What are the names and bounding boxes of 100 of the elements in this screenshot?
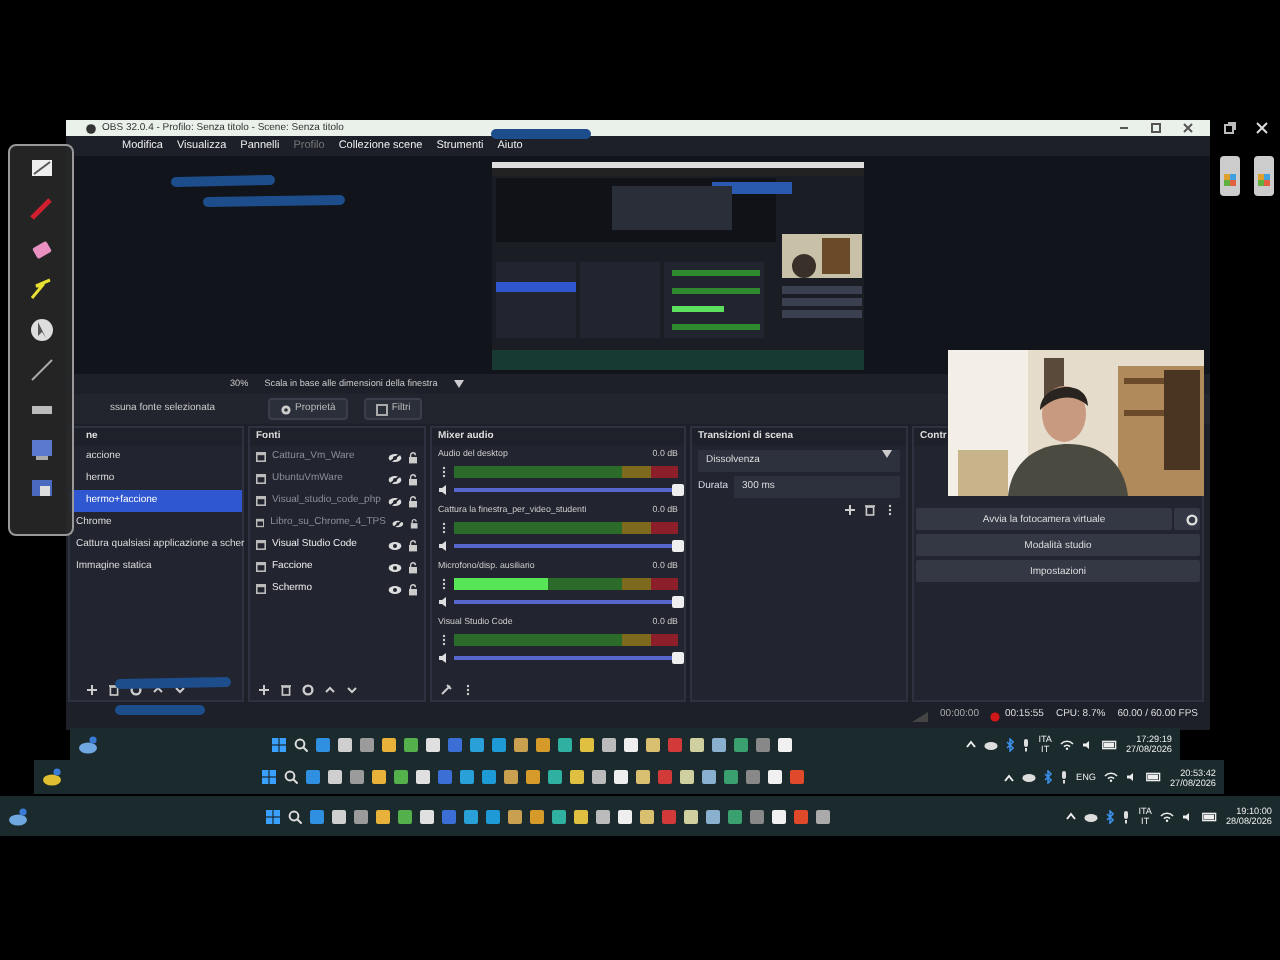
crossed-eye-icon[interactable]: [391, 517, 404, 529]
slider-thumb[interactable]: [672, 651, 684, 664]
more-icon[interactable]: [462, 683, 474, 695]
search-icon[interactable]: [284, 770, 299, 784]
lock-icon[interactable]: [408, 583, 418, 595]
more-icon[interactable]: [438, 465, 450, 478]
scribble-mark: [115, 705, 205, 715]
weather-icon[interactable]: [8, 807, 28, 825]
maximize-icon[interactable]: [1150, 122, 1162, 134]
close-icon[interactable]: [1182, 122, 1194, 134]
microphone-icon[interactable]: [1122, 809, 1131, 823]
volume-slider[interactable]: [454, 487, 678, 492]
window-icon: [256, 518, 265, 528]
pen-icon[interactable]: [29, 158, 53, 182]
screen-icon[interactable]: [29, 438, 53, 462]
more-icon[interactable]: [438, 577, 450, 590]
weather-icon[interactable]: [78, 735, 98, 753]
lock-icon[interactable]: [408, 539, 418, 551]
scribble-mark: [203, 195, 345, 207]
more-icon[interactable]: [438, 521, 450, 534]
eye-icon[interactable]: [388, 583, 402, 595]
lock-icon[interactable]: [408, 473, 418, 485]
volume-slider[interactable]: [454, 655, 678, 660]
more-icon[interactable]: [884, 504, 896, 516]
wifi-icon[interactable]: [1160, 811, 1174, 821]
plus-icon[interactable]: [258, 683, 270, 695]
speaker-icon[interactable]: [438, 595, 450, 608]
crossed-eye-icon[interactable]: [388, 473, 402, 485]
lock-icon[interactable]: [409, 517, 418, 529]
cloud-icon[interactable]: [984, 739, 999, 749]
weather-icon[interactable]: [42, 768, 62, 786]
gear-icon: [279, 403, 292, 415]
more-icon[interactable]: [438, 633, 450, 646]
app-logo-icon: [86, 123, 96, 133]
search-icon[interactable]: [287, 809, 302, 823]
speaker-icon[interactable]: [438, 483, 450, 496]
microphone-icon[interactable]: [1022, 737, 1031, 751]
settings-button[interactable]: [1174, 508, 1200, 530]
cloud-icon[interactable]: [1084, 811, 1099, 821]
crossed-eye-icon[interactable]: [388, 495, 402, 507]
window-icon: [256, 584, 266, 594]
chevron-icon[interactable]: [1004, 773, 1015, 781]
slider-thumb[interactable]: [672, 483, 684, 496]
plus-icon[interactable]: [86, 683, 98, 695]
windows-start-icon[interactable]: [272, 737, 287, 751]
scribble-mark: [115, 677, 231, 689]
trash-icon[interactable]: [864, 504, 876, 516]
battery-icon[interactable]: [1102, 739, 1118, 749]
windows-start-icon[interactable]: [262, 770, 277, 784]
window-icon: [256, 474, 266, 484]
slider-thumb[interactable]: [672, 539, 684, 552]
caret-icon[interactable]: [453, 380, 464, 388]
window-icon: [256, 562, 266, 572]
bluetooth-icon[interactable]: [1044, 770, 1053, 784]
battery-icon[interactable]: [1146, 772, 1162, 782]
highlighter-icon[interactable]: [29, 278, 53, 302]
battery-icon[interactable]: [1202, 811, 1218, 821]
volume-icon[interactable]: [1182, 811, 1194, 821]
plus-icon[interactable]: [844, 504, 856, 516]
volume-slider[interactable]: [454, 543, 678, 548]
slider-thumb[interactable]: [672, 595, 684, 608]
line-icon[interactable]: [29, 358, 53, 382]
trash-icon[interactable]: [280, 683, 292, 695]
bluetooth-icon[interactable]: [1106, 809, 1115, 823]
screen-capture-icon[interactable]: [29, 478, 53, 502]
window-icon: [256, 540, 266, 550]
restore-icon[interactable]: [1224, 122, 1236, 134]
eye-icon[interactable]: [388, 561, 402, 573]
gear-icon[interactable]: [130, 683, 142, 695]
lock-icon[interactable]: [408, 561, 418, 573]
volume-slider[interactable]: [454, 599, 678, 604]
signal-icon: [912, 711, 929, 721]
wifi-icon[interactable]: [1060, 739, 1074, 749]
volume-icon[interactable]: [1126, 772, 1138, 782]
wifi-icon[interactable]: [1104, 772, 1118, 782]
scribble-mark: [171, 175, 275, 187]
lock-icon[interactable]: [408, 495, 418, 507]
trash-icon[interactable]: [108, 683, 120, 695]
chevron-icon[interactable]: [966, 740, 977, 748]
windows-start-icon[interactable]: [265, 809, 280, 823]
cursor-icon[interactable]: [29, 318, 53, 342]
microphone-icon[interactable]: [1060, 770, 1069, 784]
bluetooth-icon[interactable]: [1006, 737, 1015, 751]
speaker-icon[interactable]: [438, 539, 450, 552]
window-icon: [256, 496, 266, 506]
gear-icon: [1186, 513, 1198, 526]
gear-icon[interactable]: [302, 683, 314, 695]
chevron-icon[interactable]: [1066, 812, 1077, 820]
crossed-eye-icon[interactable]: [388, 451, 402, 463]
window-icon: [256, 452, 266, 462]
lock-icon[interactable]: [408, 451, 418, 463]
cloud-icon[interactable]: [1022, 772, 1037, 782]
caret-icon: [882, 450, 892, 458]
eye-icon[interactable]: [388, 539, 402, 551]
search-icon[interactable]: [294, 737, 309, 751]
link-icon[interactable]: [440, 683, 452, 695]
minimize-icon[interactable]: [1118, 122, 1130, 134]
speaker-icon[interactable]: [438, 651, 450, 664]
volume-icon[interactable]: [1082, 739, 1094, 749]
marker-icon[interactable]: [29, 198, 53, 222]
